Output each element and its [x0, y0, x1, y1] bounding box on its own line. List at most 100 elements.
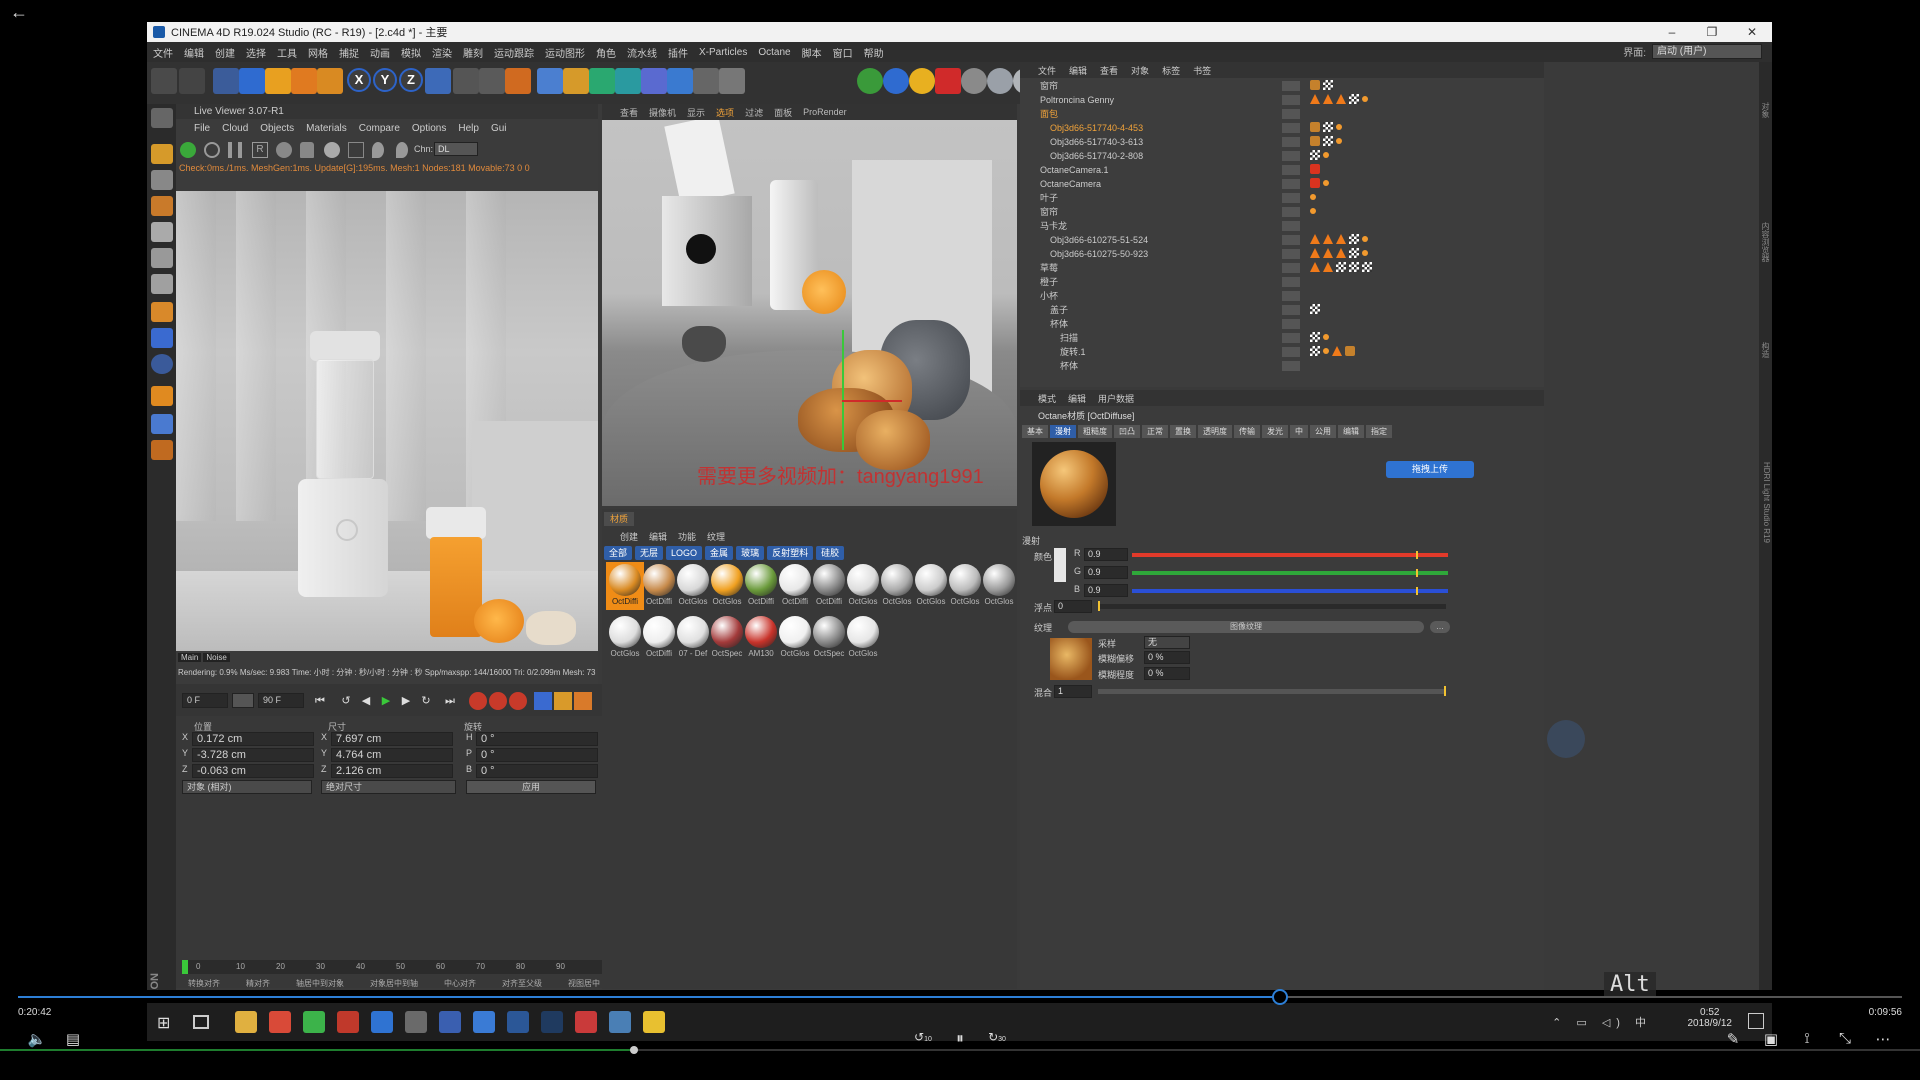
visibility-flags[interactable] — [1282, 123, 1300, 133]
object-name[interactable]: Obj3d66-517740-4-453 — [1050, 121, 1143, 135]
live-viewer-menu-item[interactable]: File — [194, 123, 210, 134]
step-forward-icon[interactable]: ▶ — [397, 692, 415, 710]
octane-sun-icon[interactable] — [909, 68, 935, 94]
attribute-menu-item[interactable]: 用户数据 — [1098, 392, 1134, 405]
object-name[interactable]: 扫描 — [1060, 331, 1078, 345]
chk-tag-icon[interactable] — [1349, 234, 1359, 244]
object-row[interactable]: Poltroncina Genny — [1020, 93, 1544, 107]
move-tool-icon[interactable] — [239, 68, 265, 94]
object-name[interactable]: 窗帘 — [1040, 205, 1058, 219]
render-pass-tab[interactable]: Noise — [203, 653, 230, 662]
material-swatch[interactable]: OctDiffi — [640, 614, 678, 662]
light-icon[interactable] — [719, 68, 745, 94]
render-pass-tab[interactable]: Main — [178, 653, 202, 662]
maximize-button[interactable]: ❐ — [1692, 22, 1732, 42]
attribute-menu-item[interactable]: 模式 — [1038, 392, 1056, 405]
tri-tag-icon[interactable] — [1332, 346, 1342, 356]
sampling-select[interactable]: 无 — [1144, 636, 1190, 649]
object-name[interactable]: Obj3d66-610275-50-923 — [1050, 247, 1148, 261]
material-swatch[interactable]: OctGlos — [844, 614, 882, 662]
material-swatch[interactable]: OctDiffi — [640, 562, 678, 610]
pin-icon[interactable] — [372, 142, 384, 158]
dot-tag-icon[interactable] — [1336, 138, 1342, 144]
play-icon[interactable]: ▶ — [377, 692, 395, 710]
snap-item[interactable]: 精对齐 — [234, 978, 270, 990]
chk-tag-icon[interactable] — [1323, 122, 1333, 132]
more-options-icon[interactable]: ⋯ — [1872, 1030, 1894, 1048]
material-swatch[interactable]: OctGlos — [844, 562, 882, 610]
object-row[interactable]: OctaneCamera.1 — [1020, 163, 1544, 177]
object-menu-item[interactable]: 文件 — [1038, 64, 1056, 77]
menu-item[interactable]: 编辑 — [184, 45, 204, 60]
back-arrow-icon[interactable]: ← — [10, 2, 28, 23]
object-row[interactable]: 杯体 — [1020, 359, 1544, 373]
record-keys-icon[interactable] — [469, 692, 487, 710]
material-swatch[interactable]: OctGlos — [912, 562, 950, 610]
snap-item[interactable]: 中心对齐 — [432, 978, 476, 990]
attribute-tab[interactable]: 传输 — [1234, 425, 1260, 438]
object-row[interactable]: 旋转.1 — [1020, 345, 1544, 359]
visibility-flags[interactable] — [1282, 277, 1300, 287]
tri-tag-icon[interactable] — [1336, 234, 1346, 244]
dot-tag-icon[interactable] — [1310, 194, 1316, 200]
attribute-tab[interactable]: 基本 — [1022, 425, 1048, 438]
z-axis-lock-icon[interactable]: Z — [399, 68, 423, 92]
grid-workplane-icon[interactable] — [151, 414, 173, 434]
viewport-menu-item[interactable]: ProRender — [803, 107, 847, 117]
material-swatch[interactable]: OctSpec — [810, 614, 848, 662]
camera-icon[interactable] — [693, 68, 719, 94]
channel-slider-knob[interactable] — [1416, 587, 1419, 595]
side-tab[interactable]: 内容浏览器 — [1760, 222, 1771, 262]
position-value-field[interactable]: -3.728 cm — [192, 748, 314, 762]
step-back-icon[interactable]: ◀ — [357, 692, 375, 710]
snap-item[interactable]: 视图居中 — [556, 978, 600, 990]
viewport-menu-item[interactable]: 摄像机 — [649, 106, 676, 119]
cast-icon[interactable]: ⟟ — [1796, 1030, 1818, 1047]
object-row[interactable]: Obj3d66-517740-4-453 — [1020, 121, 1544, 135]
attribute-tab[interactable]: 发光 — [1262, 425, 1288, 438]
channel-value-field[interactable]: 0.9 — [1084, 566, 1128, 579]
position-value-field[interactable]: -0.063 cm — [192, 764, 314, 778]
attribute-tab[interactable]: 凹凸 — [1114, 425, 1140, 438]
chk-tag-icon[interactable] — [1310, 150, 1320, 160]
material-swatch[interactable]: OctGlos — [878, 562, 916, 610]
volume-knob[interactable] — [629, 1046, 638, 1054]
mograph-cloner-icon[interactable] — [615, 68, 641, 94]
object-name[interactable]: 面包 — [1040, 107, 1058, 121]
material-menu-item[interactable]: 纹理 — [707, 530, 725, 543]
tri-tag-icon[interactable] — [1310, 94, 1320, 104]
object-row[interactable]: 小杯 — [1020, 289, 1544, 303]
blur-scale-field[interactable]: 0 % — [1144, 667, 1190, 680]
tri-tag-icon[interactable] — [1310, 234, 1320, 244]
channel-select[interactable]: DL — [434, 142, 478, 156]
channel-value-field[interactable]: 0.9 — [1084, 548, 1128, 561]
object-row[interactable]: Obj3d66-517740-2-808 — [1020, 149, 1544, 163]
side-tab[interactable]: 对象 — [1760, 102, 1771, 118]
chk-tag-icon[interactable] — [1349, 248, 1359, 258]
color-swatch[interactable] — [1054, 548, 1066, 582]
octane-live-viewer-icon[interactable] — [857, 68, 883, 94]
rewind-10-icon[interactable]: ↺10 — [912, 1030, 934, 1044]
attribute-tab[interactable]: 透明度 — [1198, 425, 1232, 438]
object-name[interactable]: 叶子 — [1040, 191, 1058, 205]
record-position-icon[interactable] — [534, 692, 552, 710]
chk-tag-icon[interactable] — [1362, 262, 1372, 272]
visibility-flags[interactable] — [1282, 333, 1300, 343]
octane-camera-icon[interactable] — [935, 68, 961, 94]
visibility-flags[interactable] — [1282, 81, 1300, 91]
rotation-value-field[interactable]: 0 ° — [476, 748, 598, 762]
material-swatch[interactable]: OctDiffi — [742, 562, 780, 610]
attribute-tab[interactable]: 漫射 — [1050, 425, 1076, 438]
object-name[interactable]: Poltroncina Genny — [1040, 93, 1114, 107]
object-row[interactable]: Obj3d66-517740-3-613 — [1020, 135, 1544, 149]
attribute-tab[interactable]: 指定 — [1366, 425, 1392, 438]
object-menu-item[interactable]: 书签 — [1193, 64, 1211, 77]
octane-material-icon[interactable] — [961, 68, 987, 94]
object-name[interactable]: 盖子 — [1050, 303, 1068, 317]
viewport-menu-item[interactable]: 选项 — [716, 106, 734, 119]
tri-tag-icon[interactable] — [1336, 248, 1346, 258]
object-menu-item[interactable]: 标签 — [1162, 64, 1180, 77]
keyframe-selection-icon[interactable] — [509, 692, 527, 710]
coordinate-mode-select[interactable]: 对象 (相对) — [182, 780, 312, 794]
chrome-icon[interactable] — [269, 1011, 291, 1033]
